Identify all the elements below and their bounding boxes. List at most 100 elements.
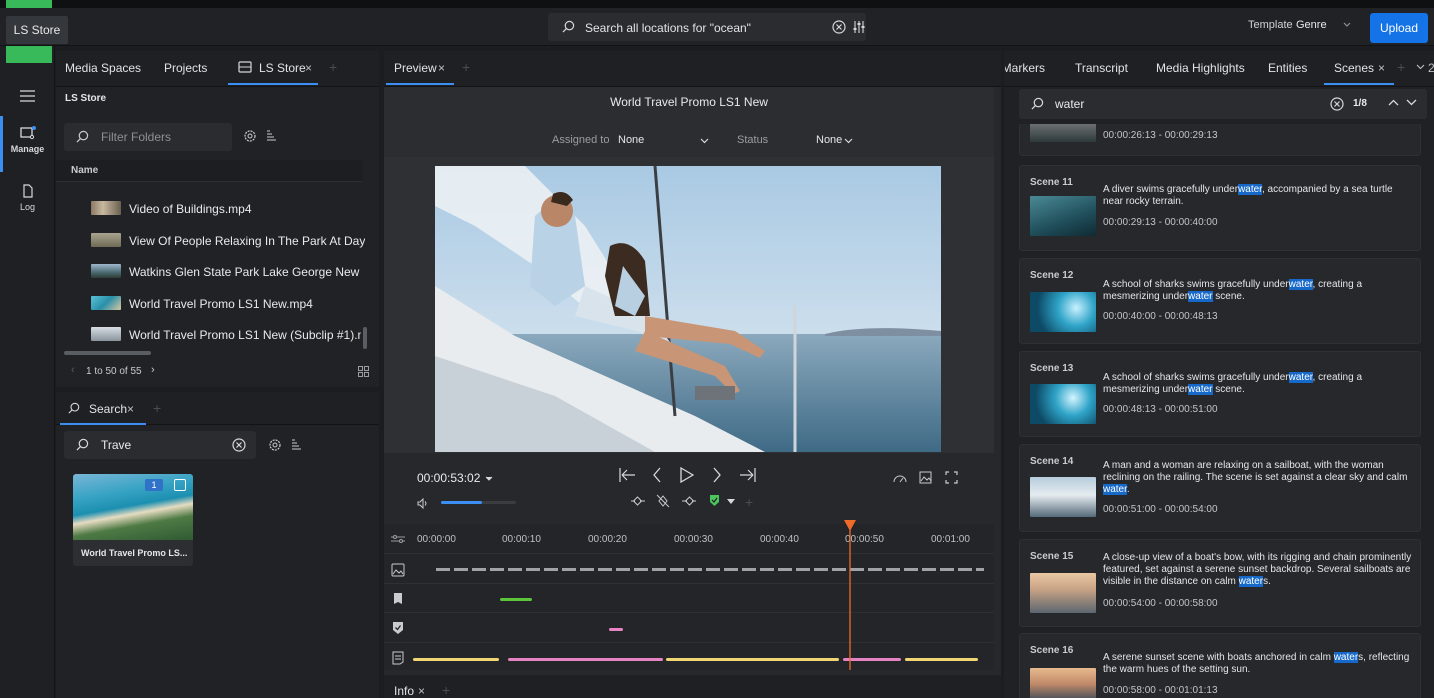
tab-projects[interactable]: Projects bbox=[164, 61, 207, 75]
go-to-start-icon[interactable] bbox=[619, 467, 637, 483]
chevron-down-icon[interactable] bbox=[1416, 64, 1425, 70]
add-tab-icon[interactable]: + bbox=[442, 682, 450, 698]
prev-page-icon[interactable]: ‹ bbox=[71, 364, 75, 376]
scene-card[interactable]: Scene 13 A school of sharks swims gracef… bbox=[1019, 351, 1421, 437]
mark-out-icon[interactable] bbox=[681, 495, 697, 507]
close-icon[interactable]: × bbox=[127, 402, 134, 416]
tab-ls-store[interactable]: LS Store bbox=[259, 61, 306, 75]
image-track-clips[interactable] bbox=[436, 568, 984, 571]
mark-in-icon[interactable] bbox=[630, 495, 646, 507]
scene-card[interactable]: Scene 11 A diver swims gracefully underw… bbox=[1019, 165, 1421, 251]
add-tab-icon[interactable]: + bbox=[329, 59, 337, 75]
nav-manage[interactable]: Manage bbox=[0, 126, 55, 154]
volume-icon[interactable] bbox=[417, 498, 429, 509]
image-icon[interactable] bbox=[919, 471, 932, 484]
volume-slider[interactable] bbox=[441, 501, 516, 504]
play-icon[interactable] bbox=[680, 467, 694, 483]
video-frame[interactable] bbox=[435, 166, 941, 452]
scene-search-input[interactable]: water 1/8 bbox=[1019, 89, 1427, 119]
list-item[interactable]: Video of Buildings.mp4 bbox=[129, 202, 361, 216]
chevron-down-icon[interactable] bbox=[1343, 22, 1351, 28]
marker-clip[interactable] bbox=[500, 598, 532, 601]
gear-icon[interactable] bbox=[268, 438, 282, 452]
prev-match-icon[interactable] bbox=[1388, 99, 1399, 106]
top-strip bbox=[0, 0, 1434, 8]
transcript-segment[interactable] bbox=[413, 658, 499, 661]
close-icon[interactable]: × bbox=[1378, 61, 1385, 75]
clear-search-icon[interactable] bbox=[832, 20, 846, 34]
list-item[interactable]: World Travel Promo LS1 New (Subclip #1).… bbox=[129, 328, 361, 342]
timeline[interactable] bbox=[384, 524, 994, 670]
status-select[interactable]: None bbox=[816, 134, 842, 146]
search-icon bbox=[1031, 97, 1044, 110]
step-back-icon[interactable] bbox=[652, 467, 662, 483]
transcript-segment[interactable] bbox=[905, 658, 978, 661]
filter-sliders-icon[interactable] bbox=[853, 20, 865, 34]
clear-search-icon[interactable] bbox=[1330, 97, 1344, 111]
tab-overflow-count[interactable]: 2 bbox=[1428, 61, 1434, 75]
scene-card-partial[interactable]: 00:00:26:13 - 00:00:29:13 bbox=[1019, 124, 1421, 156]
filter-folders-input[interactable]: Filter Folders bbox=[64, 123, 232, 151]
list-item[interactable]: World Travel Promo LS1 New.mp4 bbox=[129, 297, 361, 311]
gear-icon[interactable] bbox=[243, 129, 257, 143]
chevron-down-icon[interactable] bbox=[485, 476, 493, 481]
chevron-down-icon[interactable] bbox=[727, 499, 735, 504]
timeline-settings-icon[interactable] bbox=[391, 534, 405, 544]
next-match-icon[interactable] bbox=[1406, 99, 1417, 106]
tab-entities[interactable]: Entities bbox=[1268, 61, 1307, 75]
upload-button[interactable]: Upload bbox=[1370, 13, 1428, 43]
tab-transcript[interactable]: Transcript bbox=[1075, 61, 1128, 75]
assigned-select[interactable]: None bbox=[618, 134, 644, 146]
horizontal-scrollbar[interactable] bbox=[64, 351, 151, 355]
template-select[interactable]: Genre bbox=[1296, 19, 1327, 31]
chevron-down-icon[interactable] bbox=[844, 138, 853, 144]
menu-icon[interactable] bbox=[20, 90, 35, 102]
clip-title: World Travel Promo LS1 New bbox=[610, 95, 768, 109]
step-forward-icon[interactable] bbox=[712, 467, 722, 483]
grid-view-icon[interactable] bbox=[358, 366, 369, 377]
list-item[interactable]: Watkins Glen State Park Lake George New … bbox=[129, 265, 363, 279]
add-tab-icon[interactable]: + bbox=[462, 59, 470, 75]
speed-icon[interactable] bbox=[893, 472, 907, 484]
tab-search[interactable]: Search bbox=[89, 402, 127, 416]
scene-title: Scene 11 bbox=[1030, 177, 1073, 188]
store-switcher-button[interactable]: LS Store bbox=[6, 16, 68, 44]
tab-markers[interactable]: Markers bbox=[1005, 61, 1045, 75]
approve-shield-icon[interactable] bbox=[709, 494, 720, 507]
search-result-card[interactable]: 1 World Travel Promo LS... bbox=[73, 474, 193, 566]
approval-clip[interactable] bbox=[609, 628, 623, 631]
fullscreen-icon[interactable] bbox=[945, 471, 958, 484]
next-page-icon[interactable]: › bbox=[151, 364, 155, 376]
clear-search-icon[interactable] bbox=[232, 438, 246, 452]
timecode[interactable]: 00:00:53:02 bbox=[417, 471, 480, 485]
search-input[interactable]: Trave bbox=[64, 431, 256, 459]
go-to-end-icon[interactable] bbox=[738, 467, 756, 483]
vertical-scrollbar[interactable] bbox=[363, 327, 367, 349]
scene-card[interactable]: Scene 15 A close-up view of a boat's bow… bbox=[1019, 539, 1421, 627]
close-icon[interactable]: × bbox=[418, 684, 425, 698]
file-thumbnail bbox=[91, 327, 121, 341]
close-icon[interactable]: × bbox=[438, 61, 445, 75]
transcript-segment[interactable] bbox=[508, 658, 663, 661]
add-tab-icon[interactable]: + bbox=[153, 400, 161, 416]
list-item[interactable]: View Of People Relaxing In The Park At D… bbox=[129, 234, 365, 248]
scene-card[interactable]: Scene 12 A school of sharks swims gracef… bbox=[1019, 258, 1421, 344]
nav-log[interactable]: Log bbox=[0, 184, 55, 212]
playhead[interactable] bbox=[843, 520, 857, 670]
tab-scenes[interactable]: Scenes bbox=[1334, 61, 1374, 75]
tab-info[interactable]: Info bbox=[394, 684, 414, 698]
clear-marks-icon[interactable] bbox=[656, 494, 670, 508]
transcript-segment[interactable] bbox=[666, 658, 839, 661]
tab-media-highlights[interactable]: Media Highlights bbox=[1156, 61, 1245, 75]
tab-preview[interactable]: Preview bbox=[394, 61, 437, 75]
scene-card[interactable]: Scene 14 A man and a woman are relaxing … bbox=[1019, 444, 1421, 532]
add-tab-icon[interactable]: + bbox=[1397, 59, 1405, 75]
tab-media-spaces[interactable]: Media Spaces bbox=[65, 61, 141, 75]
chevron-down-icon[interactable] bbox=[700, 138, 709, 144]
sort-icon[interactable] bbox=[266, 130, 277, 142]
scene-card[interactable]: Scene 16 A serene sunset scene with boat… bbox=[1019, 633, 1421, 698]
global-search-input[interactable]: Search all locations for "ocean" bbox=[548, 13, 866, 41]
close-icon[interactable]: × bbox=[305, 61, 312, 75]
sort-icon[interactable] bbox=[291, 439, 302, 451]
add-marker-icon[interactable]: + bbox=[745, 494, 753, 510]
